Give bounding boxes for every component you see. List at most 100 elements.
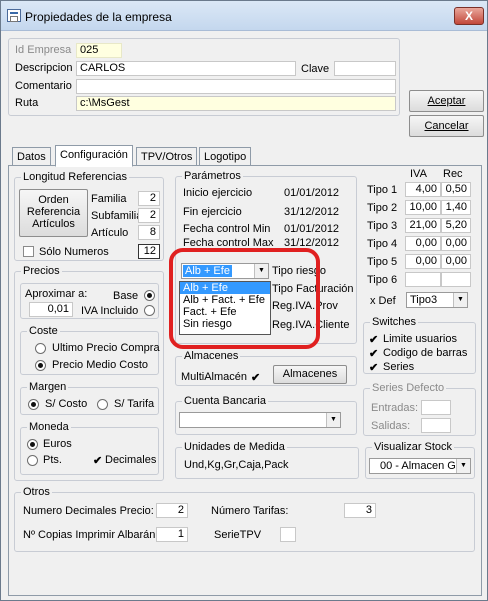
entradas-field[interactable] <box>421 400 451 415</box>
longitud-title: Longitud Referencias <box>21 171 129 183</box>
parametros-title: Parámetros <box>182 170 243 182</box>
numero-tarifas-field[interactable]: 3 <box>344 503 376 518</box>
articulo-label: Artículo <box>91 227 129 239</box>
xdef-label: x Def <box>370 295 396 307</box>
s-tarifa-radio[interactable] <box>97 399 108 410</box>
description-field[interactable]: CARLOS <box>76 61 296 76</box>
cuenta-bancaria-select[interactable]: ▼ <box>179 412 341 428</box>
iva-value[interactable]: 21,00 <box>405 218 441 233</box>
copias-albaran-field[interactable]: 1 <box>156 527 188 542</box>
iva-incluido-label: IVA Incluido <box>81 305 139 317</box>
s-costo-radio[interactable] <box>28 399 39 410</box>
visualizar-stock-title: Visualizar Stock <box>372 441 455 453</box>
serie-tpv-field[interactable] <box>280 527 296 542</box>
inicio-value[interactable]: 01/01/2012 <box>284 187 339 199</box>
tab-tpv-otros[interactable]: TPV/Otros <box>136 147 198 167</box>
properties-window: Propiedades de la empresa X Id Empresa 0… <box>0 0 488 601</box>
tab-configuracion[interactable]: Configuración <box>55 145 133 167</box>
chevron-down-icon[interactable]: ▼ <box>456 459 470 473</box>
title-bar[interactable]: Propiedades de la empresa X <box>1 1 487 31</box>
subfamilia-field[interactable]: 2 <box>138 208 160 223</box>
decimales-check-icon[interactable]: ✔ <box>93 456 102 467</box>
iva-value[interactable]: 10,00 <box>405 200 441 215</box>
moneda-title: Moneda <box>27 421 71 433</box>
orden-line-1: Orden <box>38 194 69 206</box>
rec-value[interactable]: 5,20 <box>441 218 471 233</box>
inicio-label: Inicio ejercicio <box>183 187 253 199</box>
salidas-label: Salidas: <box>371 420 411 432</box>
unidades-value[interactable]: Und,Kg,Gr,Caja,Pack <box>184 459 289 471</box>
rec-value[interactable]: 1,40 <box>441 200 471 215</box>
cancel-label: Cancelar <box>424 120 469 132</box>
series-defecto-title: Series Defecto <box>370 382 447 394</box>
solo-numeros-label: Sólo Numeros <box>39 246 109 258</box>
tab-logotipo[interactable]: Logotipo <box>199 147 252 167</box>
codigo-barras-label: Codigo de barras <box>383 347 468 359</box>
tab-datos[interactable]: Datos <box>12 147 51 167</box>
clave-label: Clave <box>301 63 330 75</box>
comentario-label: Comentario <box>15 80 72 92</box>
clave-field[interactable] <box>334 61 396 76</box>
ultimo-precio-radio[interactable] <box>35 343 46 354</box>
rec-value[interactable]: 0,00 <box>441 236 471 251</box>
serie-tpv-label: SerieTPV <box>214 529 262 541</box>
moneda-group: Moneda <box>20 421 159 475</box>
precio-medio-radio[interactable] <box>35 360 46 371</box>
iva-value[interactable]: 0,00 <box>405 236 441 251</box>
decimales-precio-field[interactable]: 2 <box>156 503 188 518</box>
iva-value[interactable]: 4,00 <box>405 182 441 197</box>
close-button[interactable]: X <box>454 7 484 25</box>
chevron-down-icon[interactable]: ▼ <box>453 293 467 307</box>
euros-radio[interactable] <box>27 439 38 450</box>
rec-value[interactable]: 0,50 <box>441 182 471 197</box>
multialmacen-label: MultiAlmacén <box>181 371 248 383</box>
cancel-button[interactable]: Cancelar <box>409 115 484 137</box>
solo-numeros-field[interactable]: 12 <box>138 244 160 259</box>
otros-group: Otros <box>14 486 475 552</box>
highlight-annotation <box>169 248 320 349</box>
chevron-down-icon[interactable]: ▼ <box>326 413 340 427</box>
rec-value[interactable]: 0,00 <box>441 254 471 269</box>
iva-row-label: Tipo 1 <box>367 184 398 196</box>
pts-radio[interactable] <box>27 455 38 466</box>
salidas-field[interactable] <box>421 418 451 433</box>
limite-usuarios-check-icon[interactable]: ✔ <box>369 335 378 346</box>
fin-value[interactable]: 31/12/2012 <box>284 206 339 218</box>
limite-usuarios-label: Limite usuarios <box>383 333 457 345</box>
unidades-title: Unidades de Medida <box>182 441 287 453</box>
comentario-field[interactable] <box>76 79 396 94</box>
precio-medio-label: Precio Medio Costo <box>52 359 148 371</box>
solo-numeros-checkbox[interactable] <box>23 246 34 257</box>
familia-field[interactable]: 2 <box>138 191 160 206</box>
iva-value[interactable] <box>405 272 441 287</box>
iva-incluido-radio[interactable] <box>144 305 155 316</box>
almacenes-title: Almacenes <box>182 350 241 362</box>
aproximar-field[interactable]: 0,01 <box>29 302 73 317</box>
precios-title: Precios <box>21 265 62 277</box>
orden-referencia-button[interactable]: Orden Referencia Artículos <box>19 189 88 237</box>
id-field[interactable]: 025 <box>76 43 122 58</box>
switches-title: Switches <box>370 316 419 328</box>
fecha-max-value[interactable]: 31/12/2012 <box>284 237 339 246</box>
iva-value[interactable]: 0,00 <box>405 254 441 269</box>
multialmacen-check-icon[interactable]: ✔ <box>251 373 260 384</box>
orden-line-3: Artículos <box>32 218 75 230</box>
base-radio[interactable] <box>144 290 155 301</box>
articulo-field[interactable]: 8 <box>138 225 160 240</box>
iva-header: IVA <box>410 168 427 180</box>
series-check-icon[interactable]: ✔ <box>369 363 378 374</box>
euros-label: Euros <box>43 438 72 450</box>
description-label: Descripcion <box>15 62 73 74</box>
xdef-select[interactable]: Tipo3 ▼ <box>406 292 468 308</box>
aproximar-label: Aproximar a: <box>25 288 88 300</box>
window-title: Propiedades de la empresa <box>25 10 172 24</box>
base-label: Base <box>113 290 139 302</box>
rec-value[interactable] <box>441 272 471 287</box>
visualizar-stock-select[interactable]: 00 - Almacen Gr ▼ <box>369 458 471 474</box>
fecha-min-value[interactable]: 01/01/2012 <box>284 223 339 235</box>
ruta-field[interactable]: c:\MsGest <box>76 96 396 111</box>
fecha-max-clip: Fecha control Max 31/12/2012 <box>183 237 353 246</box>
accept-button[interactable]: Aceptar <box>409 90 484 112</box>
almacenes-button[interactable]: Almacenes <box>273 365 347 384</box>
codigo-barras-check-icon[interactable]: ✔ <box>369 349 378 360</box>
